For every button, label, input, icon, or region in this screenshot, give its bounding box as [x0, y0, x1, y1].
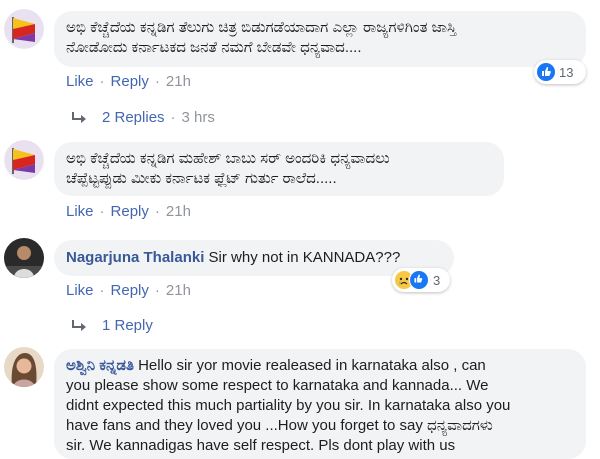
timestamp[interactable]: 21h — [166, 73, 191, 90]
reaction-count[interactable]: 13 — [534, 60, 586, 84]
like-reaction-icon — [409, 270, 429, 290]
like-link[interactable]: Like — [66, 282, 94, 299]
comment-actions: Like · Reply · 21h — [66, 203, 191, 220]
avatar[interactable] — [4, 9, 44, 49]
comment-actions: Like · Reply · 21h — [66, 282, 191, 299]
comment-text: ಅಭಿ ಕೆಚ್ಚೆದೆಯ ಕನ್ನಡಿಗ ತೆಲುಗು ಚಿತ್ರ ಬಿಡುಗ… — [66, 19, 457, 36]
replies-link[interactable]: 1 Reply — [102, 317, 153, 334]
comment-author[interactable]: ಅಶ್ವಿನಿ ಕನ್ನಡತಿ — [66, 357, 134, 374]
timestamp[interactable]: 21h — [166, 203, 191, 220]
reply-link[interactable]: Reply — [111, 203, 149, 220]
comment-text: ಅಭಿ ಕೆಚ್ಚೆದೆಯ ಕನ್ನಡಿಗ ಮಹೇಶ್ ಬಾಬು ಸರ್ ಅಂದ… — [66, 150, 390, 167]
comment-text: Sir why not in KANNADA??? — [208, 249, 401, 266]
kannada-flag-avatar-icon — [4, 9, 44, 49]
reaction-count-text: 3 — [433, 272, 441, 288]
like-link[interactable]: Like — [66, 73, 94, 90]
comment-text: have fans and they loved you ...How you … — [66, 417, 493, 434]
comment-text: ನೋಡೋದು ಕರ್ನಾಟಕದ ಜನತೆ ನಮಗೆ ಬೇಡವೇ ಧನ್ಯವಾದ.… — [66, 39, 362, 56]
user-photo-avatar-icon — [4, 347, 44, 387]
view-replies[interactable]: 1 Reply — [70, 317, 153, 334]
replies-timestamp: 3 hrs — [181, 109, 215, 126]
comment-bubble: ಅಶ್ವಿನಿ ಕನ್ನಡತಿ Hello sir yor movie real… — [54, 349, 586, 459]
reply-arrow-icon — [72, 111, 86, 123]
reply-link[interactable]: Reply — [111, 73, 149, 90]
comment-text: didnt expected this much partiality by y… — [66, 397, 511, 414]
comment-bubble: Nagarjuna Thalanki Sir why not in KANNAD… — [54, 240, 454, 276]
comment-text: Hello sir yor movie realeased in karnata… — [138, 357, 486, 374]
comment-author[interactable]: Nagarjuna Thalanki — [66, 249, 204, 266]
kannada-flag-avatar-icon — [4, 140, 44, 180]
avatar[interactable] — [4, 347, 44, 387]
reaction-count-text: 13 — [559, 64, 574, 80]
user-photo-avatar-icon — [4, 238, 44, 278]
avatar[interactable] — [4, 140, 44, 180]
comment-actions: Like · Reply · 21h — [66, 73, 191, 90]
reply-arrow-icon — [72, 319, 86, 331]
comment-bubble: ಅಭಿ ಕೆಚ್ಚೆದೆಯ ಕನ್ನಡಿಗ ತೆಲುಗು ಚಿತ್ರ ಬಿಡುಗ… — [54, 11, 586, 67]
like-reaction-icon — [537, 63, 555, 81]
reaction-count[interactable]: 3 — [392, 268, 450, 292]
comment-text: ಚೆಪ್ಪೆಟ್ಟಪ್ಪುಡು ಮೀಕು ಕರ್ನಾಟಕ ಫ್ಲೆಟ್ ಗುರ್… — [66, 170, 337, 187]
reply-link[interactable]: Reply — [111, 282, 149, 299]
timestamp[interactable]: 21h — [166, 282, 191, 299]
view-replies[interactable]: 2 Replies · 3 hrs — [70, 109, 215, 126]
comment-text: sir. We kannadigas have self respect. Pl… — [66, 437, 456, 454]
comment-text: you please show some respect to karnatak… — [66, 377, 489, 394]
comment-bubble: ಅಭಿ ಕೆಚ್ಚೆದೆಯ ಕನ್ನಡಿಗ ಮಹೇಶ್ ಬಾಬು ಸರ್ ಅಂದ… — [54, 142, 504, 196]
like-link[interactable]: Like — [66, 203, 94, 220]
avatar[interactable] — [4, 238, 44, 278]
replies-link[interactable]: 2 Replies — [102, 109, 165, 126]
